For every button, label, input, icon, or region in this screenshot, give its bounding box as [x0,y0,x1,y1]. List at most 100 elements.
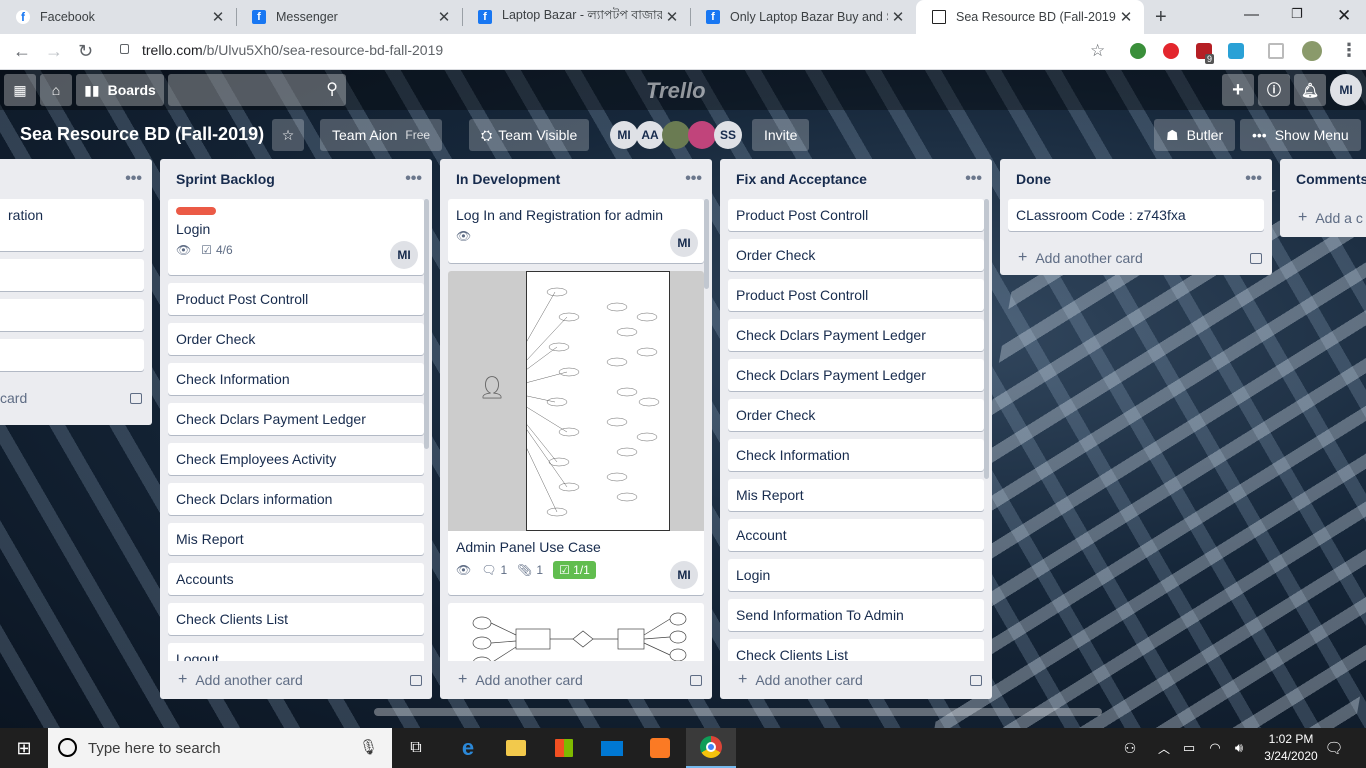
info-icon[interactable]: ⓘ [1258,74,1290,106]
taskbar-search-input[interactable]: Type here to search 🎙︎ [48,728,392,768]
card[interactable]: Product Post Controll [728,279,984,311]
member-avatar[interactable]: MI [610,121,638,149]
store-icon[interactable] [542,728,586,768]
mail-icon[interactable] [590,728,634,768]
notifications-bell-icon[interactable]: 🔔︎ [1294,74,1326,106]
add-card-button[interactable]: + Add another card [440,661,712,699]
add-card-button[interactable]: + Add another card [160,661,432,699]
list-scrollbar[interactable] [704,199,709,289]
card-template-icon[interactable] [410,674,422,686]
card[interactable]: Order Check [728,239,984,271]
card[interactable]: Check Dclars information [168,483,424,515]
card-template-icon[interactable] [690,674,702,686]
card[interactable]: Mis Report [168,523,424,555]
close-icon[interactable]: ✕ [208,8,228,26]
close-icon[interactable]: ✕ [434,8,454,26]
card-admin-panel-use-case[interactable]: 👤︎ Admin Panel Use Case 👁︎ 🗨︎ 1 📎︎ 1 ☑ 1/1… [448,271,704,595]
list-title[interactable]: In Development [456,171,560,187]
butler-button[interactable]: ☗ Butler [1154,119,1236,151]
tab-sea-resource[interactable]: Sea Resource BD (Fall-2019) | T ✕ [916,0,1144,34]
card[interactable]: Check Dclars Payment Ledger [728,319,984,351]
add-card-button[interactable]: card [0,379,152,417]
maximize-icon[interactable]: ❐ [1291,6,1303,22]
home-icon[interactable]: ⌂ [40,74,72,106]
card[interactable]: Account [728,519,984,551]
card[interactable]: Login [728,559,984,591]
card-login[interactable]: Login 👁︎ ☑ 4/6 MI [168,199,424,275]
chrome-menu-icon[interactable]: ⋮ [1340,40,1358,61]
card[interactable]: Order Check [168,323,424,355]
list-title[interactable]: Sprint Backlog [176,171,275,187]
add-card-button[interactable]: + Add another card [1000,239,1272,277]
card[interactable] [0,259,144,291]
profile-avatar[interactable] [1302,41,1322,61]
list-title[interactable]: Fix and Acceptance [736,171,867,187]
card[interactable] [0,299,144,331]
member-avatar[interactable]: AA [636,121,664,149]
card[interactable]: Check Employees Activity [168,443,424,475]
apps-grid-icon[interactable]: ▦ [4,74,36,106]
bookmark-star-icon[interactable]: ☆ [1090,41,1105,61]
board-title[interactable]: Sea Resource BD (Fall-2019) [20,124,264,145]
reading-list-icon[interactable] [1268,43,1284,59]
boards-button[interactable]: ▮▮ Boards [76,74,164,106]
list-title[interactable]: Comments [1296,171,1366,187]
battery-icon[interactable]: ▭ [1178,728,1200,768]
close-icon[interactable]: ✕ [888,8,908,26]
card[interactable]: Logout [168,643,424,661]
board-search-input[interactable]: ⚲ [168,74,346,106]
new-tab-icon[interactable]: + [1155,6,1167,29]
list-menu-icon[interactable]: ••• [125,170,142,188]
tab-facebook[interactable]: f Facebook ✕ [0,0,236,34]
card[interactable]: Product Post Controll [168,283,424,315]
card-member-avatar[interactable]: MI [390,241,418,269]
card-label-red[interactable] [176,207,216,215]
card[interactable]: Check Clients List [168,603,424,635]
forward-icon[interactable]: → [45,41,63,62]
card[interactable]: Order Check [728,399,984,431]
card[interactable]: Check Dclars Payment Ledger [728,359,984,391]
board-horizontal-scrollbar[interactable] [374,708,1102,716]
reload-icon[interactable]: ↻ [78,41,93,62]
tab-only-laptop-bazar[interactable]: f Only Laptop Bazar Buy and Sel ✕ [690,0,916,34]
card-classroom-code[interactable]: CLassroom Code : z743fxa [1008,199,1264,231]
member-avatar-photo[interactable] [688,121,716,149]
list-title[interactable]: Done [1016,171,1051,187]
opera-extension-icon[interactable] [1163,43,1179,59]
card-template-icon[interactable] [970,674,982,686]
add-card-button[interactable]: + Add another card [720,661,992,699]
card[interactable]: Product Post Controll [728,199,984,231]
card-template-icon[interactable] [1250,252,1262,264]
card[interactable] [0,339,144,371]
team-button[interactable]: Team Aion Free [320,119,443,151]
window-close-icon[interactable]: ✕ [1337,6,1351,26]
windows-start-icon[interactable]: ⊞ [0,728,48,768]
card-member-avatar[interactable]: MI [670,561,698,589]
people-icon[interactable]: ⚇ [1118,728,1142,768]
card-member-avatar[interactable]: MI [670,229,698,257]
star-board-icon[interactable]: ☆ [272,119,304,151]
card[interactable]: Accounts [168,563,424,595]
user-avatar[interactable]: MI [1330,74,1362,106]
list-scrollbar[interactable] [424,199,429,449]
tab-messenger[interactable]: f Messenger ✕ [236,0,462,34]
visibility-button[interactable]: ⛭ Team Visible [469,119,590,151]
list-menu-icon[interactable]: ••• [1245,170,1262,188]
notification-center-icon[interactable]: 🗨︎ [1322,728,1346,768]
minimize-icon[interactable]: — [1244,6,1259,23]
card[interactable]: Check Dclars Payment Ledger [168,403,424,435]
microphone-icon[interactable]: 🎙︎ [359,738,378,756]
list-menu-icon[interactable]: ••• [685,170,702,188]
card[interactable]: Check Information [168,363,424,395]
member-avatar-photo[interactable] [662,121,690,149]
card[interactable]: Send Information To Admin [728,599,984,631]
list-scrollbar[interactable] [984,199,989,479]
volume-icon[interactable]: 🔊︎ [1228,728,1250,768]
card[interactable]: Check Clients List [728,639,984,661]
invite-button[interactable]: Invite [752,119,810,151]
trello-logo[interactable]: Trello [646,78,706,104]
file-explorer-icon[interactable] [494,728,538,768]
globe-extension-icon[interactable] [1130,43,1146,59]
close-icon[interactable]: ✕ [662,8,682,26]
address-bar[interactable]: trello.com/b/Ulvu5Xh0/sea-resource-bd-fa… [142,42,443,58]
